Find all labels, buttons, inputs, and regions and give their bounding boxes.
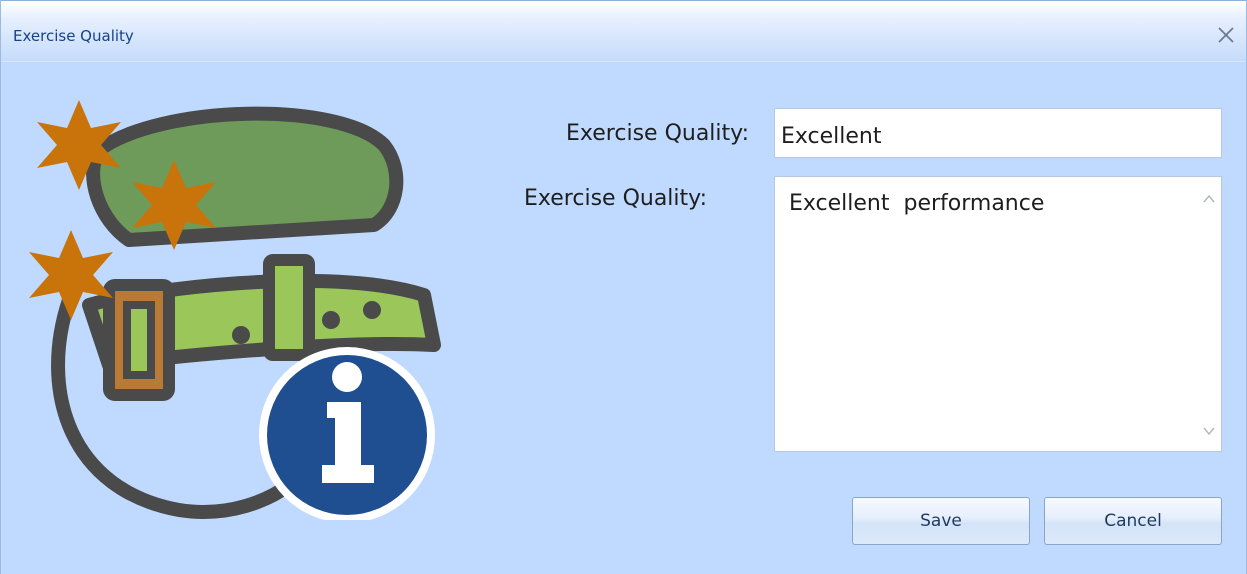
save-button[interactable]: Save: [852, 497, 1030, 545]
window-title: Exercise Quality: [13, 27, 134, 45]
exercise-quality-label: Exercise Quality:: [566, 121, 749, 146]
cancel-button[interactable]: Cancel: [1044, 497, 1222, 545]
info-dot: [332, 362, 362, 392]
collar-hole-1: [232, 326, 250, 344]
collar-hole-2: [322, 311, 340, 329]
exercise-quality-dialog: Exercise Quality Exercise Quality: Excel…: [0, 0, 1247, 574]
title-bar: Exercise Quality: [1, 0, 1246, 62]
exercise-notes-text: Excellent performance: [789, 191, 1045, 216]
belt-loop: [263, 254, 315, 361]
close-icon: [1218, 27, 1234, 43]
exercise-notes-textarea[interactable]: Excellent performance: [774, 176, 1222, 452]
buckle-inner: [123, 301, 155, 379]
exercise-quality-input[interactable]: Excellent: [774, 108, 1222, 158]
exercise-notes-label: Exercise Quality:: [524, 186, 707, 211]
scroll-up-icon[interactable]: [1201, 191, 1217, 207]
close-button[interactable]: [1214, 23, 1238, 47]
collar-hole-3: [363, 301, 381, 319]
scroll-down-icon[interactable]: [1201, 423, 1217, 439]
notes-scrollbar[interactable]: [1197, 177, 1221, 451]
dog-collar-stars-info-icon: [29, 100, 441, 520]
